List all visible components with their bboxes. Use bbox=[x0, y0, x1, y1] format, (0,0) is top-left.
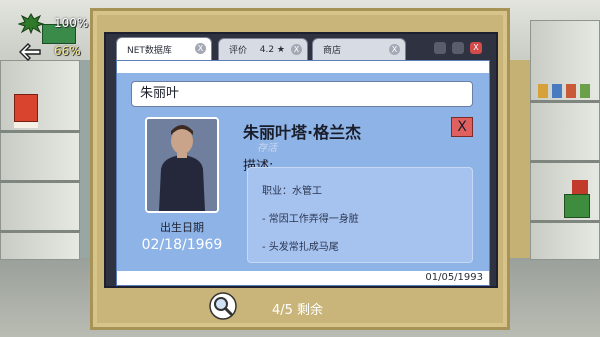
shelf-divider bbox=[530, 220, 600, 223]
tab-close-button[interactable]: X bbox=[389, 44, 400, 55]
tab-ratings[interactable]: 评价 4.2 ★ X bbox=[218, 38, 308, 60]
app-statusbar: 01/05/1993 bbox=[117, 271, 489, 285]
tab-label: 评价 bbox=[229, 46, 248, 56]
dob-label: 出生日期 bbox=[160, 221, 204, 234]
tab-label: 商店 bbox=[323, 46, 342, 56]
poster-caption bbox=[14, 122, 38, 128]
window-close-button[interactable]: X bbox=[470, 42, 482, 54]
health-indicator: 100% bbox=[18, 12, 88, 34]
close-record-button[interactable]: X bbox=[451, 117, 473, 137]
dob-value: 02/18/1969 bbox=[141, 237, 223, 253]
product bbox=[538, 84, 548, 98]
shelf-divider bbox=[0, 180, 80, 183]
net-database-window: 朱丽叶 出生日期 02/18/1969 朱丽叶塔·格兰杰 存活 X 描述: 职业… bbox=[116, 60, 490, 286]
tab-close-button[interactable]: X bbox=[195, 43, 206, 54]
health-percent: 100% bbox=[54, 16, 89, 30]
magnifier-icon[interactable] bbox=[209, 292, 237, 320]
splat-icon bbox=[18, 13, 44, 34]
description-item: - 头发常扎成马尾 bbox=[262, 242, 339, 253]
rating-value: 4.2 ★ bbox=[259, 44, 285, 55]
shelf-divider bbox=[0, 230, 80, 233]
product bbox=[566, 84, 576, 98]
age-restriction-poster bbox=[14, 94, 38, 122]
tab-label: NET数据库 bbox=[127, 46, 172, 56]
description-box: 职业：水管工 - 常因工作弄得一身脏 - 头发常扎成马尾 bbox=[247, 167, 473, 263]
stamina-indicator: 66% bbox=[18, 40, 81, 62]
stamina-percent: 66% bbox=[54, 44, 81, 58]
search-input[interactable]: 朱丽叶 bbox=[131, 81, 473, 107]
description-item: 职业：水管工 bbox=[262, 186, 322, 197]
person-portrait-icon bbox=[147, 119, 217, 211]
product-box bbox=[564, 194, 590, 218]
suspect-photo bbox=[145, 117, 219, 213]
tab-shop[interactable]: 商店 X bbox=[312, 38, 406, 60]
description-item: - 常因工作弄得一身脏 bbox=[262, 214, 359, 225]
remaining-counter: 4/5 剩余 bbox=[272, 303, 324, 318]
shelf-divider bbox=[530, 160, 600, 163]
status-badge: 存活 bbox=[257, 143, 277, 154]
shelf-divider bbox=[530, 100, 600, 103]
app-topbar bbox=[117, 61, 489, 73]
product bbox=[580, 84, 590, 98]
maximize-button[interactable] bbox=[452, 42, 464, 54]
tab-net-database[interactable]: NET数据库 X bbox=[116, 37, 212, 61]
tab-close-button[interactable]: X bbox=[291, 44, 302, 55]
footer-date: 01/05/1993 bbox=[425, 272, 483, 283]
product bbox=[552, 84, 562, 98]
right-shelf bbox=[530, 20, 600, 260]
minimize-button[interactable] bbox=[434, 42, 446, 54]
product-box bbox=[572, 180, 588, 194]
hand-pointer-icon bbox=[19, 43, 41, 61]
shelf-divider bbox=[0, 130, 80, 133]
